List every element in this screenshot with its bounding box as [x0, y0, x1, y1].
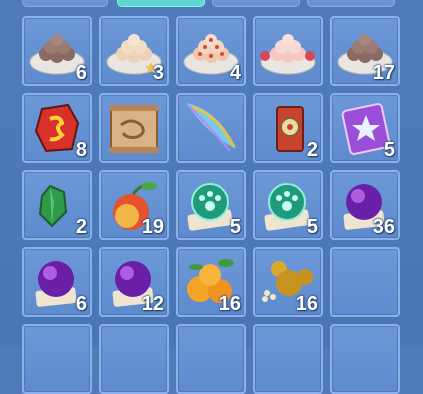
inventory-slot-empty[interactable] [253, 324, 323, 394]
inventory-slot-empty[interactable] [99, 324, 169, 394]
inventory-slot-purple-orb[interactable]: 12 [99, 247, 169, 317]
tab-1[interactable] [22, 0, 108, 7]
item-count: 17 [372, 62, 395, 84]
inventory-slot-jade-paw-orb[interactable]: 5 [176, 170, 246, 240]
inventory-slot-meatball-plate[interactable]: 6 [22, 16, 92, 86]
inventory-slot-meatball-plate[interactable]: 17 [330, 16, 400, 86]
inventory-slot-green-crystal[interactable]: 2 [22, 170, 92, 240]
inventory-slot-purple-orb[interactable]: 6 [22, 247, 92, 317]
inventory-slot-seal-scroll[interactable]: 2 [253, 93, 323, 163]
inventory-slot-empty[interactable] [330, 247, 400, 317]
item-count: 8 [75, 139, 87, 161]
inventory-slot-purple-orb[interactable]: 36 [330, 170, 400, 240]
inventory-panel: 6 3 4 17 8 2 5 2 19 5 5 36 6 12 16 16 [0, 0, 423, 394]
item-count: 16 [295, 293, 318, 315]
inventory-slot-jade-paw-orb[interactable]: 5 [253, 170, 323, 240]
item-count: 19 [141, 216, 164, 238]
item-count: 12 [141, 293, 164, 315]
item-count: 5 [306, 216, 318, 238]
tab-2-active[interactable] [117, 0, 205, 7]
tab-4[interactable] [307, 0, 395, 7]
item-count: 4 [229, 62, 241, 84]
inventory-slot-orange-fruit[interactable]: 16 [176, 247, 246, 317]
item-count: 5 [229, 216, 241, 238]
inventory-slot-rose-dumpling-plate[interactable] [253, 16, 323, 86]
item-count: 5 [383, 139, 395, 161]
inventory-slot-rainbow-feather[interactable] [176, 93, 246, 163]
tab-3[interactable] [212, 0, 300, 7]
inventory-slot-empty[interactable] [22, 324, 92, 394]
item-count: 16 [218, 293, 241, 315]
inventory-slot-golden-gourd[interactable]: 16 [253, 247, 323, 317]
item-count: 6 [75, 293, 87, 315]
inventory-slot-empty[interactable] [330, 324, 400, 394]
inventory-slot-treasure-map-scroll[interactable] [99, 93, 169, 163]
item-count: 2 [75, 216, 87, 238]
item-count: 2 [306, 139, 318, 161]
inventory-slot-red-rune-stone[interactable]: 8 [22, 93, 92, 163]
inventory-slot-purple-star-ticket[interactable]: 5 [330, 93, 400, 163]
rose-dumpling-plate-icon [260, 34, 316, 75]
inventory-slot-peach-fruit[interactable]: 19 [99, 170, 169, 240]
item-count: 6 [75, 62, 87, 84]
item-count: 36 [372, 216, 395, 238]
inventory-slot-empty[interactable] [176, 324, 246, 394]
inventory-slot-dumpling-plate[interactable]: 3 [99, 16, 169, 86]
rainbow-feather-icon [186, 103, 236, 152]
item-count: 3 [152, 62, 164, 84]
inventory-slot-dumpling-plate-red[interactable]: 4 [176, 16, 246, 86]
treasure-map-scroll-icon [109, 105, 159, 153]
